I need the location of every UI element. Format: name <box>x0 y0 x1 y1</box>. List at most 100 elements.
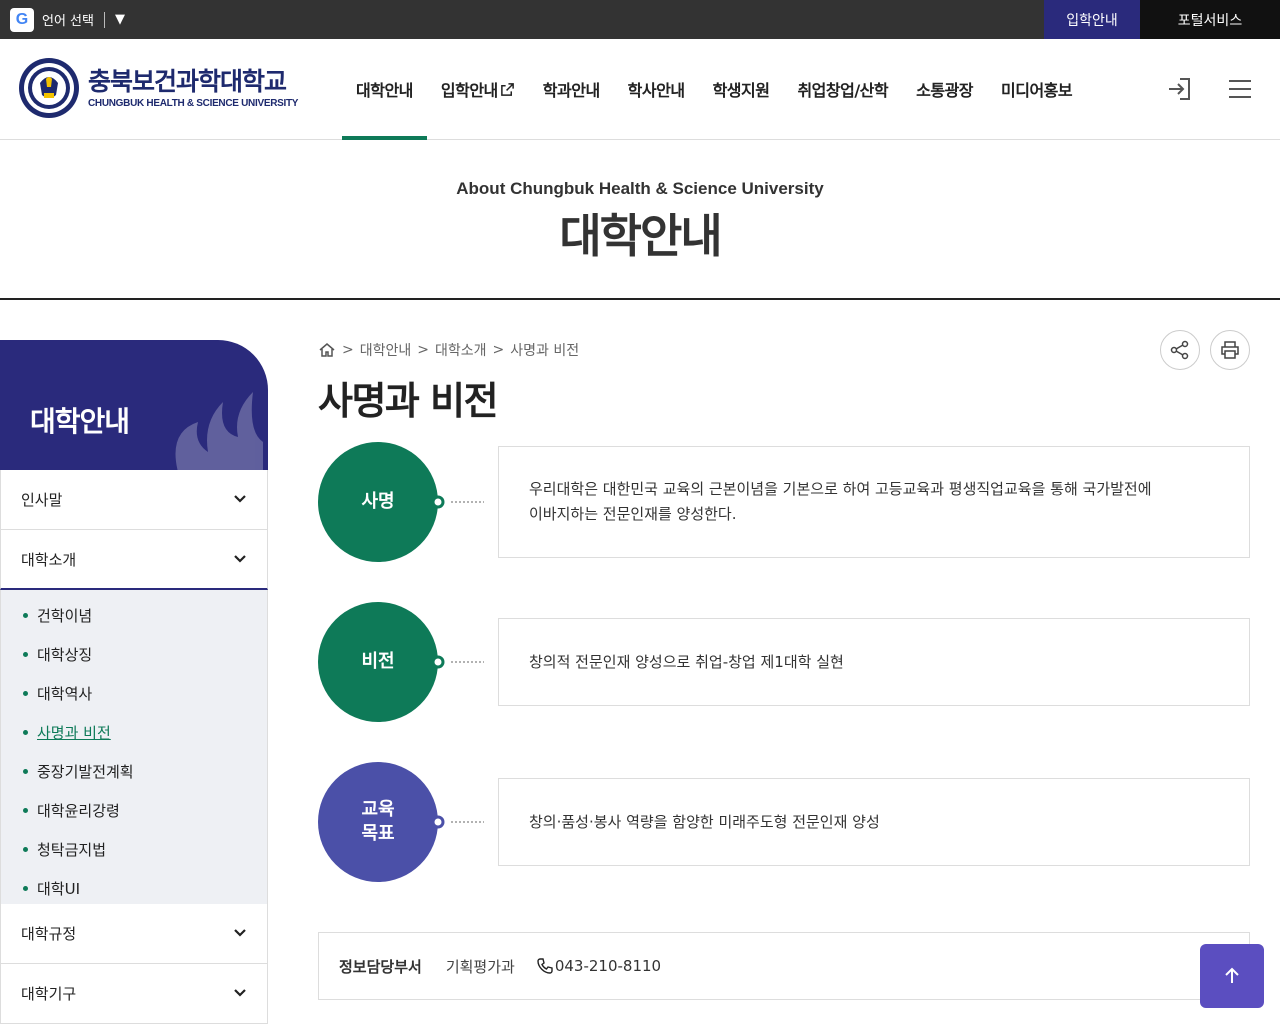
university-seal-icon <box>19 58 79 118</box>
education-goal-label-line1: 교육 <box>361 799 395 820</box>
chevron-down-icon <box>234 989 246 997</box>
home-icon[interactable] <box>318 341 336 359</box>
top-admission-link[interactable]: 입학안내 <box>1044 0 1140 39</box>
submenu-history[interactable]: 대학역사 <box>1 674 267 713</box>
mission-text-box: 우리대학은 대한민국 교육의 근본이념을 기본으로 하여 고등교육과 평생직업교… <box>498 446 1250 558</box>
page-title: 대학안내 <box>559 209 722 263</box>
arrow-up-icon <box>1225 967 1239 983</box>
connector-dot-icon <box>431 815 484 829</box>
vision-badge: 비전 <box>318 602 438 722</box>
side-menu-label: 대학소개 <box>21 550 77 569</box>
bullet <box>23 769 28 774</box>
university-logo[interactable]: 충북보건과학대학교 CHUNGBUK HEALTH & SCIENCE UNIV… <box>18 57 298 119</box>
breadcrumb-separator: > <box>492 342 505 358</box>
side-menu-label: 인사말 <box>21 491 63 509</box>
breadcrumb-item[interactable]: 대학소개 <box>435 340 487 360</box>
chevron-down-icon <box>234 495 246 503</box>
bullet <box>23 613 28 618</box>
mission-text: 우리대학은 대한민국 교육의 근본이념을 기본으로 하여 고등교육과 평생직업교… <box>529 480 1152 523</box>
nav-student-support[interactable]: 학생지원 <box>699 39 784 139</box>
menu-icon[interactable] <box>1226 75 1254 103</box>
page-title-english: About Chungbuk Health & Science Universi… <box>456 179 824 198</box>
info-label: 정보담당부서 <box>339 957 422 976</box>
submenu-development-plan[interactable]: 중장기발전계획 <box>1 752 267 791</box>
scroll-to-top-button[interactable] <box>1200 944 1264 1008</box>
education-goal-block: 교육 목표 창의·품성·봉사 역량을 함양한 미래주도형 전문인재 양성 <box>318 762 1250 882</box>
submenu-founding-ideology[interactable]: 건학이념 <box>1 596 267 635</box>
submenu-anti-graft-law[interactable]: 청탁금지법 <box>1 830 267 869</box>
page-title-banner: About Chungbuk Health & Science Universi… <box>0 140 1280 300</box>
chevron-down-icon <box>234 929 246 937</box>
bullet <box>23 847 28 852</box>
utility-bar: G 언어 선택 ▼ 입학안내 포털서비스 <box>0 0 1280 39</box>
divider <box>103 11 105 28</box>
breadcrumb: > 대학안내 > 대학소개 > 사명과 비전 <box>318 340 579 360</box>
nav-departments[interactable]: 학과안내 <box>529 39 614 139</box>
vision-block: 비전 창의적 전문인재 양성으로 취업-창업 제1대학 실현 <box>318 602 1250 722</box>
side-header: 대학안내 <box>0 340 268 470</box>
chevron-down-icon <box>234 555 246 563</box>
submenu-ethics-code[interactable]: 대학윤리강령 <box>1 791 267 830</box>
submenu-label: 청탁금지법 <box>37 841 107 859</box>
vision-text-box: 창의적 전문인재 양성으로 취업-창업 제1대학 실현 <box>498 618 1250 706</box>
vision-text: 창의적 전문인재 양성으로 취업-창업 제1대학 실현 <box>529 652 844 671</box>
submenu-mission-vision[interactable]: 사명과 비전 <box>1 713 267 752</box>
submenu-label: 대학상징 <box>37 646 93 664</box>
side-menu-regulations[interactable]: 대학규정 <box>0 904 268 964</box>
education-goal-badge: 교육 목표 <box>318 762 438 882</box>
education-goal-label-line2: 목표 <box>361 823 395 844</box>
breadcrumb-separator: > <box>417 342 429 358</box>
side-submenu: 건학이념 대학상징 대학역사 사명과 비전 중장기발전계획 대학윤리강령 청탁금… <box>0 590 268 904</box>
side-title: 대학안내 <box>30 405 130 438</box>
nav-community[interactable]: 소통광장 <box>902 39 987 139</box>
google-translate-icon: G <box>10 7 34 32</box>
submenu-label: 건학이념 <box>37 607 93 625</box>
phone-icon <box>537 958 553 974</box>
connector-dot-icon <box>431 495 484 509</box>
nav-academics[interactable]: 학사안내 <box>614 39 699 139</box>
bullet <box>23 652 28 657</box>
share-button[interactable] <box>1160 330 1200 370</box>
logo-korean-name: 충북보건과학대학교 <box>88 66 287 96</box>
nav-admission-label: 입학안내 <box>440 81 498 100</box>
top-portal-link[interactable]: 포털서비스 <box>1140 0 1280 39</box>
language-selector[interactable]: G 언어 선택 ▼ <box>10 7 125 32</box>
nav-admission[interactable]: 입학안내 <box>427 39 529 139</box>
content-heading: 사명과 비전 <box>318 379 499 423</box>
connector-dot-icon <box>431 655 484 669</box>
breadcrumb-item[interactable]: 사명과 비전 <box>510 340 579 360</box>
nav-career[interactable]: 취업창업/산학 <box>783 39 902 139</box>
nav-media[interactable]: 미디어홍보 <box>987 39 1086 139</box>
mission-block: 사명 우리대학은 대한민국 교육의 근본이념을 기본으로 하여 고등교육과 평생… <box>318 442 1250 562</box>
printer-icon <box>1221 341 1239 359</box>
education-goal-text-box: 창의·품성·봉사 역량을 함양한 미래주도형 전문인재 양성 <box>498 778 1250 866</box>
side-menu-label: 대학기구 <box>21 985 77 1003</box>
submenu-label: 사명과 비전 <box>37 724 111 742</box>
bullet <box>23 808 28 813</box>
phone-number: 043-210-8110 <box>554 957 662 975</box>
bullet <box>23 886 28 891</box>
logo-english-name: CHUNGBUK HEALTH & SCIENCE UNIVERSITY <box>88 97 299 109</box>
breadcrumb-item[interactable]: 대학안내 <box>360 340 412 360</box>
nav-about[interactable]: 대학안내 <box>342 39 427 140</box>
submenu-label: 대학윤리강령 <box>37 802 120 820</box>
print-button[interactable] <box>1210 330 1250 370</box>
submenu-university-ui[interactable]: 대학UI <box>1 869 267 908</box>
share-icon <box>1170 340 1189 360</box>
info-department: 기획평가과 <box>445 957 515 976</box>
login-icon[interactable] <box>1166 75 1194 103</box>
side-menu-greeting[interactable]: 인사말 <box>0 470 268 530</box>
side-menu-organization[interactable]: 대학기구 <box>0 964 268 1024</box>
language-label: 언어 선택 <box>42 14 94 29</box>
department-info: 정보담당부서 기획평가과 043-210-8110 <box>318 932 1250 1000</box>
side-menu-label: 대학규정 <box>21 925 77 943</box>
submenu-symbols[interactable]: 대학상징 <box>1 635 267 674</box>
side-menu-introduction[interactable]: 대학소개 <box>0 530 268 590</box>
submenu-label: 대학UI <box>37 880 81 898</box>
external-link-icon <box>500 82 514 96</box>
caret-down-icon[interactable]: ▼ <box>115 12 125 27</box>
submenu-label: 대학역사 <box>37 685 93 703</box>
education-goal-text: 창의·품성·봉사 역량을 함양한 미래주도형 전문인재 양성 <box>529 812 880 831</box>
info-phone[interactable]: 043-210-8110 <box>537 957 661 975</box>
bullet <box>23 730 28 735</box>
